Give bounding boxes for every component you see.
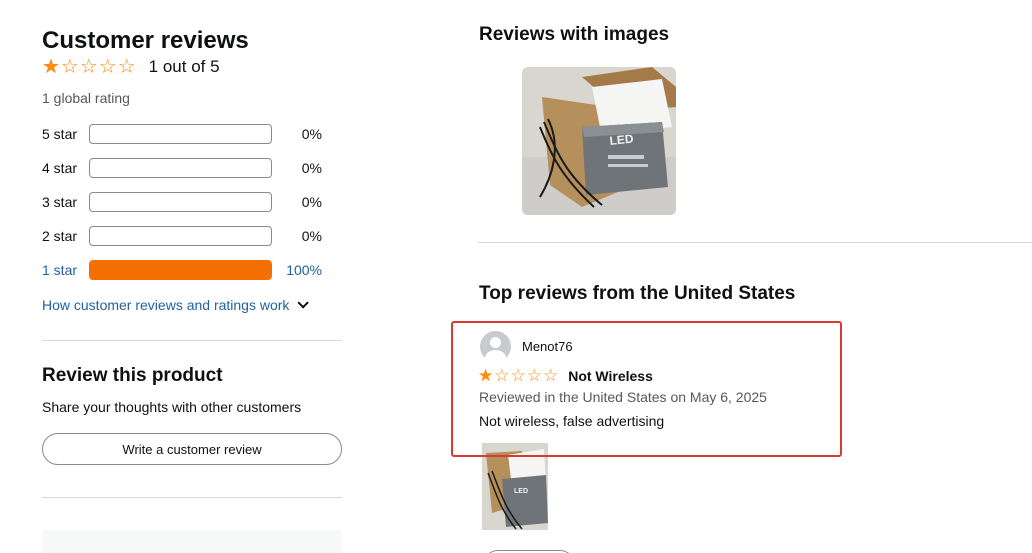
histogram-bar <box>89 158 272 178</box>
histogram-bar <box>89 192 272 212</box>
histogram-label: 3 star <box>42 194 78 210</box>
histogram-percent: 0% <box>301 126 322 142</box>
histogram-row-3-star: 3 star 0% <box>42 192 322 212</box>
review-title[interactable]: Not Wireless <box>568 368 653 384</box>
review-rating-row[interactable]: ☆☆☆☆☆ ★★★★★ Not Wireless <box>478 367 653 384</box>
customer-reviews-heading: Customer reviews <box>42 27 249 54</box>
histogram-label[interactable]: 1 star <box>42 262 89 278</box>
section-divider <box>42 340 342 341</box>
histogram-row-2-star: 2 star 0% <box>42 226 322 246</box>
default-user-avatar-icon[interactable] <box>480 331 511 362</box>
average-rating-text: 1 out of 5 <box>148 57 220 76</box>
average-rating-row[interactable]: ☆☆☆☆☆ ★★★★★ 1 out of 5 <box>42 55 220 79</box>
review-date: Reviewed in the United States on May 6, … <box>479 389 767 405</box>
review-product-heading: Review this product <box>42 365 223 386</box>
ad-placeholder <box>42 530 342 553</box>
average-star-rating-icon: ☆☆☆☆☆ ★★★★★ <box>42 56 137 78</box>
histogram-percent: 0% <box>301 228 322 244</box>
top-reviews-heading: Top reviews from the United States <box>479 283 796 304</box>
chevron-down-icon[interactable] <box>297 297 310 309</box>
histogram-label: 5 star <box>42 126 78 142</box>
product-photo-icon: LED <box>482 443 548 530</box>
review-product-subtitle: Share your thoughts with other customers <box>42 399 302 415</box>
histogram-row-5-star: 5 star 0% <box>42 124 322 144</box>
review-attached-image[interactable]: LED <box>482 443 548 530</box>
product-photo-icon: LED <box>522 67 676 215</box>
histogram-percent[interactable]: 100% <box>284 262 322 278</box>
histogram-bar[interactable] <box>89 260 272 280</box>
histogram-row-1-star[interactable]: 1 star 100% <box>42 260 322 280</box>
section-divider <box>478 242 1032 243</box>
reviewer-name[interactable]: Menot76 <box>522 339 573 354</box>
histogram-percent: 0% <box>301 160 322 176</box>
svg-text:LED: LED <box>514 488 528 495</box>
how-reviews-work-link[interactable]: How customer reviews and ratings work <box>42 297 310 313</box>
histogram-label: 2 star <box>42 228 78 244</box>
svg-text:LED: LED <box>609 132 635 148</box>
review-star-rating-icon[interactable]: ☆☆☆☆☆ ★★★★★ <box>478 367 559 384</box>
review-image-thumbnail[interactable]: LED <box>522 67 676 215</box>
review-body: Not wireless, false advertising <box>479 413 665 429</box>
global-rating-count: 1 global rating <box>42 90 130 106</box>
how-reviews-work-label[interactable]: How customer reviews and ratings work <box>42 297 289 313</box>
write-review-button[interactable]: Write a customer review <box>42 433 342 465</box>
histogram-bar <box>89 124 272 144</box>
histogram-bar <box>89 226 272 246</box>
histogram-percent: 0% <box>301 194 322 210</box>
histogram-label: 4 star <box>42 160 78 176</box>
histogram-row-4-star: 4 star 0% <box>42 158 322 178</box>
section-divider <box>42 497 342 498</box>
reviews-with-images-heading: Reviews with images <box>479 24 670 45</box>
